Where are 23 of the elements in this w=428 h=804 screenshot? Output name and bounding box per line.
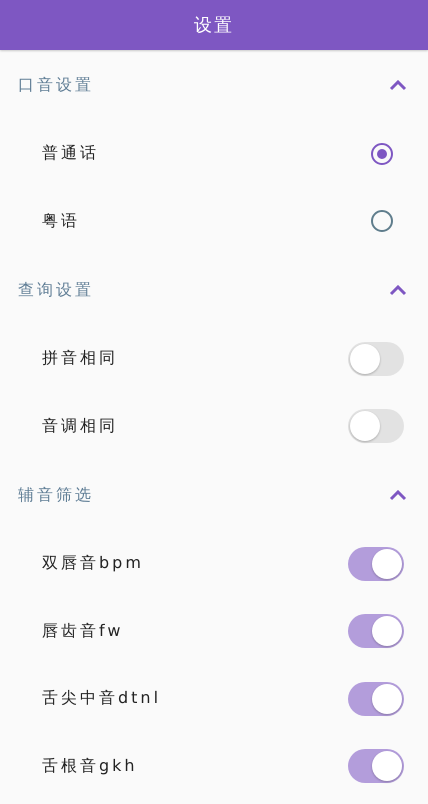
toggle-switch[interactable] xyxy=(348,409,404,444)
chevron-icon[interactable] xyxy=(388,284,408,296)
chevron-icon[interactable] xyxy=(388,489,408,501)
toggle-switch[interactable] xyxy=(348,682,404,716)
option-label: 普通话 xyxy=(42,143,99,164)
toggle-switch[interactable] xyxy=(348,749,404,784)
toggle-switch[interactable] xyxy=(348,342,404,376)
section-title: 口音设置 xyxy=(18,74,94,96)
option-label: 拼音相同 xyxy=(42,348,118,370)
option-label: 唇齿音fw xyxy=(42,620,124,642)
section-title: 辅音筛选 xyxy=(18,484,94,506)
option-label: 音调相同 xyxy=(42,416,118,437)
radio-button[interactable] xyxy=(371,142,393,165)
radio-button[interactable] xyxy=(371,210,393,232)
section-title: 查询设置 xyxy=(18,280,94,300)
option-label: 双唇音bpm xyxy=(42,553,144,574)
chevron-icon[interactable] xyxy=(388,79,408,91)
option-label: 粤语 xyxy=(42,210,80,232)
option-label: 舌尖中音dtnl xyxy=(42,688,162,710)
toggle-switch[interactable] xyxy=(348,614,404,648)
option-label: 舌根音gkh xyxy=(42,756,138,777)
toggle-switch[interactable] xyxy=(348,546,404,581)
app-bar-title: 设置 xyxy=(194,14,234,37)
